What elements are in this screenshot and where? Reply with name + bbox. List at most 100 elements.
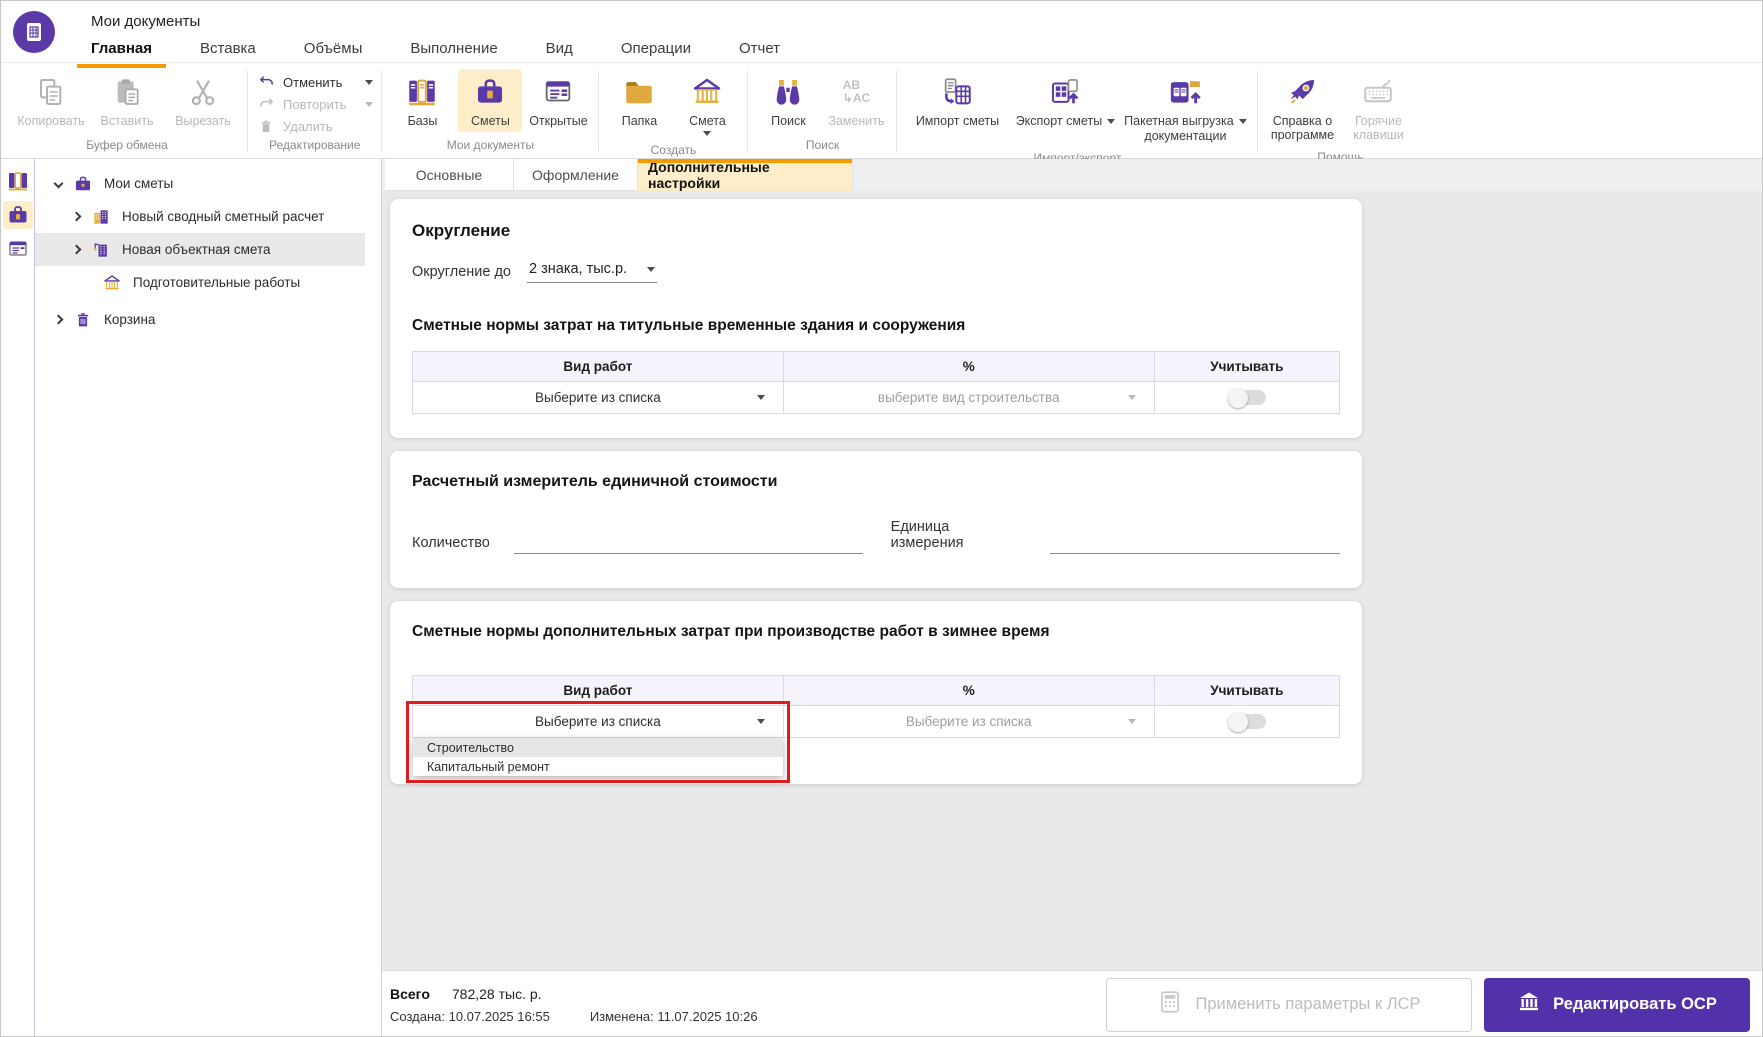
search-label: Поиск xyxy=(771,114,806,128)
work-type-dropdown-popup: Строительство Капитальный ремонт xyxy=(413,738,783,776)
col-header-work-type: Вид работ xyxy=(412,675,784,706)
tree-item-my-estimates[interactable]: Мои сметы xyxy=(35,167,365,200)
delete-button[interactable]: Удалить xyxy=(256,117,373,135)
tree-item-summary-estimate[interactable]: Новый сводный сметный расчет xyxy=(35,200,365,233)
bank-building-icon xyxy=(1517,990,1541,1019)
hotkeys-button[interactable]: Горячие клавиши xyxy=(1342,69,1414,147)
paste-button[interactable]: Вставить xyxy=(91,69,163,132)
copy-label: Копировать xyxy=(17,114,85,128)
strip-estimates-button[interactable] xyxy=(2,201,33,229)
chevron-down-icon xyxy=(647,266,655,272)
dropdown-option-stroitelstvo[interactable]: Строительство xyxy=(413,738,783,757)
scissors-icon xyxy=(187,73,219,111)
status-bar: Всего 782,28 тыс. р. Создана: 10.07.2025… xyxy=(382,970,1762,1036)
percent-select[interactable]: выберите вид строительства xyxy=(784,382,1154,413)
winter-percent-select[interactable]: Выберите из списка xyxy=(784,706,1154,737)
search-button[interactable]: Поиск xyxy=(756,69,820,132)
col-header-use: Учитывать xyxy=(1153,351,1341,382)
quantity-label: Количество xyxy=(412,535,490,551)
strip-open-documents-button[interactable] xyxy=(3,235,33,263)
unit-measure-title: Расчетный измеритель единичной стоимости xyxy=(412,473,778,490)
batch-upload-button[interactable]: Пакетная выгрузка документации xyxy=(1121,69,1249,148)
bases-button[interactable]: Базы xyxy=(390,69,454,132)
apply-parameters-button[interactable]: Применить параметры к ЛСР xyxy=(1106,977,1472,1032)
briefcase-icon xyxy=(72,174,94,194)
work-type-select[interactable]: Выберите из списка xyxy=(413,382,783,413)
undo-button[interactable]: Отменить xyxy=(256,73,374,91)
total-label: Всего xyxy=(390,985,430,1002)
tab-vstavka[interactable]: Вставка xyxy=(200,36,256,65)
tab-oformlenie[interactable]: Оформление xyxy=(514,159,638,191)
batch-upload-caret[interactable] xyxy=(1238,118,1247,124)
apply-parameters-label: Применить параметры к ЛСР xyxy=(1195,995,1421,1013)
briefcase-icon xyxy=(473,73,507,111)
title-bar: Мои документы Главная Вставка Объёмы Вып… xyxy=(1,1,1762,68)
rocket-icon xyxy=(1285,73,1319,111)
paste-icon xyxy=(111,73,143,111)
quantity-input[interactable] xyxy=(513,532,863,554)
paste-label: Вставить xyxy=(100,114,154,128)
rounding-value: 2 знака, тыс.р. xyxy=(529,261,628,277)
estimate-house-icon xyxy=(690,73,724,111)
redo-icon xyxy=(256,95,276,113)
modified-timestamp: Изменена: 11.07.2025 10:26 xyxy=(589,1008,758,1024)
undo-icon xyxy=(256,73,276,91)
create-estimate-caret[interactable] xyxy=(703,131,712,137)
tree-item-recycle-bin[interactable]: Корзина xyxy=(35,303,365,336)
copy-button[interactable]: Копировать xyxy=(15,69,87,132)
export-estimate-button[interactable]: Экспорт сметы xyxy=(1013,69,1117,132)
dropdown-option-kapitalny-remont[interactable]: Капитальный ремонт xyxy=(413,757,783,776)
tab-dopolnitelnye-nastroyki[interactable]: Дополнительные настройки xyxy=(638,159,853,191)
tab-vid[interactable]: Вид xyxy=(546,36,573,65)
bases-binders-icon xyxy=(405,73,439,111)
col-header-percent: % xyxy=(782,675,1155,706)
estimates-tree: Мои сметы Новый сводный сметный расчет Н… xyxy=(35,159,381,1036)
ribbon-tab-bar: Главная Вставка Объёмы Выполнение Вид Оп… xyxy=(76,36,828,68)
redo-button[interactable]: Повторить xyxy=(256,95,374,113)
estimates-button[interactable]: Сметы xyxy=(458,69,523,133)
winter-use-toggle[interactable] xyxy=(1227,711,1266,732)
winter-work-type-select[interactable]: Выберите из списка xyxy=(413,706,783,737)
import-estimate-button[interactable]: Импорт сметы xyxy=(905,69,1009,132)
delete-label: Удалить xyxy=(283,118,333,134)
copy-icon xyxy=(35,73,67,111)
trash-icon xyxy=(72,310,94,330)
winter-costs-card: Сметные нормы дополнительных затрат при … xyxy=(390,601,1362,784)
tree-item-preparatory-works[interactable]: Подготовительные работы xyxy=(35,266,365,299)
open-documents-button[interactable]: Открытые xyxy=(526,69,590,132)
create-folder-label: Папка xyxy=(621,114,658,128)
chevron-down-icon[interactable] xyxy=(53,178,64,189)
work-type-value: Выберите из списка xyxy=(535,390,661,405)
replace-icon-bottom: AC xyxy=(852,91,871,105)
export-estimate-label: Экспорт сметы xyxy=(1015,114,1103,128)
tab-otchet[interactable]: Отчет xyxy=(739,36,780,65)
redo-dropdown-caret[interactable] xyxy=(365,101,374,107)
tab-glavnaya[interactable]: Главная xyxy=(76,36,167,68)
create-estimate-button[interactable]: Смета xyxy=(675,69,739,140)
about-button[interactable]: Справка о программе xyxy=(1266,69,1338,147)
winter-title: Сметные нормы дополнительных затрат при … xyxy=(412,623,1050,640)
replace-button[interactable]: AB ↳AC Заменить xyxy=(824,69,888,132)
winter-table: Вид работ % Учитывать Выберите из списка… xyxy=(412,675,1341,738)
chevron-right-icon[interactable] xyxy=(53,314,64,325)
use-toggle[interactable] xyxy=(1227,387,1266,408)
tab-obyomy[interactable]: Объёмы xyxy=(304,36,363,65)
group-my-documents: Базы Сметы Открытые Мои документы xyxy=(382,67,598,158)
cut-button[interactable]: Вырезать xyxy=(167,69,239,132)
undo-dropdown-caret[interactable] xyxy=(365,79,374,85)
tab-vypolnenie[interactable]: Выполнение xyxy=(410,36,497,65)
export-estimate-caret[interactable] xyxy=(1107,118,1116,124)
chevron-right-icon[interactable] xyxy=(71,211,82,222)
chevron-right-icon[interactable] xyxy=(71,244,82,255)
tree-item-object-estimate[interactable]: Новая объектная смета xyxy=(35,233,365,266)
create-folder-button[interactable]: Папка xyxy=(607,69,671,132)
strip-bases-button[interactable] xyxy=(3,167,33,195)
tab-operacii[interactable]: Операции xyxy=(621,36,691,65)
rounding-label: Округление до xyxy=(412,264,511,280)
bases-binders-icon xyxy=(8,172,27,191)
about-label: Справка о программе xyxy=(1270,114,1335,143)
unit-input[interactable] xyxy=(1050,532,1340,554)
tab-osnovnye[interactable]: Основные xyxy=(385,159,514,191)
edit-osr-button[interactable]: Редактировать ОСР xyxy=(1484,977,1750,1032)
rounding-select[interactable]: 2 знака, тыс.р. xyxy=(527,261,657,283)
